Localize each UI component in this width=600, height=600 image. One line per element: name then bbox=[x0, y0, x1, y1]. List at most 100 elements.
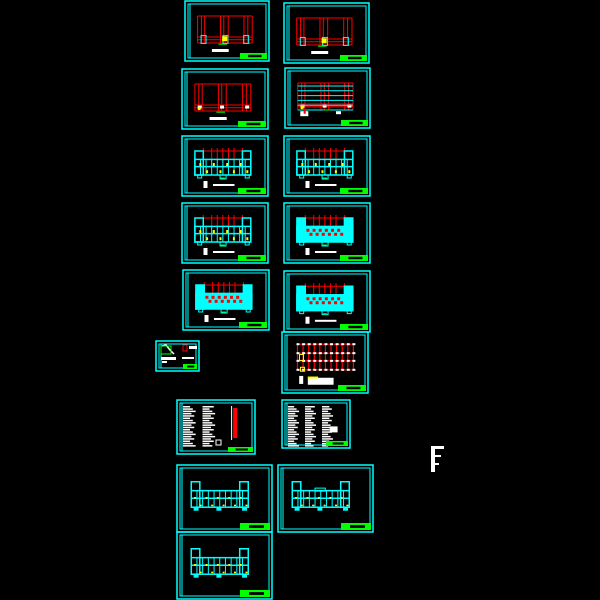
stray-block-stem bbox=[431, 446, 435, 472]
note-text-line bbox=[183, 429, 191, 431]
slab-hatch bbox=[223, 295, 227, 299]
note-text-line bbox=[305, 417, 315, 419]
column-tag bbox=[330, 359, 334, 362]
drawing-sheet[interactable] bbox=[176, 531, 273, 600]
note-text-line bbox=[305, 426, 313, 429]
note-text-line bbox=[183, 440, 191, 442]
drawing-sheet[interactable] bbox=[283, 135, 371, 197]
drawing-sheet[interactable] bbox=[181, 68, 269, 130]
column-marker bbox=[317, 497, 320, 499]
column-tag bbox=[318, 359, 322, 362]
legend-symbol bbox=[305, 316, 310, 324]
slab-hatch bbox=[312, 297, 316, 301]
column-marker bbox=[246, 170, 249, 174]
column-marker bbox=[239, 230, 242, 233]
title-block-field bbox=[349, 121, 363, 125]
note-text-line bbox=[288, 415, 298, 417]
stray-annotation-block[interactable] bbox=[431, 446, 444, 472]
column-marker bbox=[205, 497, 208, 499]
column-marker bbox=[219, 170, 222, 174]
column-tag bbox=[307, 359, 311, 362]
legend-symbol bbox=[204, 315, 209, 322]
drawing-sheet[interactable] bbox=[176, 399, 256, 455]
drawing-sheet[interactable] bbox=[181, 202, 269, 264]
note-text-line bbox=[288, 424, 296, 426]
column-marker bbox=[348, 170, 351, 174]
drawing-sheet[interactable] bbox=[182, 269, 270, 331]
column-marker bbox=[199, 163, 202, 166]
note-text-line bbox=[305, 431, 312, 433]
slab-hatch bbox=[236, 295, 240, 299]
note-text-line bbox=[305, 442, 312, 445]
drawing-title-text bbox=[212, 251, 235, 253]
drawing-sheet[interactable] bbox=[277, 464, 374, 533]
note-text-line bbox=[322, 435, 331, 438]
stair-block bbox=[216, 573, 222, 578]
column-tag bbox=[330, 352, 334, 355]
slab-hatch bbox=[306, 297, 310, 301]
column-marker bbox=[222, 504, 225, 507]
building-wing-left bbox=[190, 481, 201, 508]
column-tag bbox=[341, 368, 345, 371]
note-text-line bbox=[202, 424, 216, 426]
slab-hatch bbox=[226, 299, 230, 303]
column-tag bbox=[296, 352, 300, 355]
drawing-sheet[interactable] bbox=[283, 2, 370, 64]
detail-symbol bbox=[329, 426, 338, 433]
column-marker bbox=[216, 564, 219, 566]
legend-symbol bbox=[203, 248, 208, 255]
drawing-sheet[interactable] bbox=[181, 135, 269, 197]
title-block-field bbox=[350, 525, 365, 528]
slab-hatch bbox=[334, 232, 338, 236]
column-tag bbox=[307, 352, 311, 355]
column-tag bbox=[346, 368, 350, 371]
building-wing-left bbox=[296, 150, 307, 176]
note-text-line bbox=[202, 429, 214, 431]
detail-label bbox=[182, 357, 194, 359]
stair-block bbox=[245, 308, 251, 313]
note-text-line bbox=[322, 424, 331, 426]
column-tag bbox=[302, 343, 306, 346]
column-marker bbox=[199, 571, 202, 574]
slab-hatch bbox=[321, 232, 325, 236]
stray-block-flag bbox=[431, 463, 439, 465]
slab-hatch bbox=[239, 299, 243, 303]
column-marker bbox=[308, 170, 311, 174]
column-tag bbox=[352, 343, 356, 346]
slab-hatch bbox=[306, 228, 310, 232]
drawing-sheet[interactable] bbox=[184, 0, 270, 62]
note-text-line bbox=[183, 424, 192, 426]
note-text-line bbox=[305, 419, 312, 422]
note-text-line bbox=[288, 426, 298, 429]
drawing-sheet[interactable] bbox=[155, 340, 200, 372]
column-marker bbox=[321, 170, 324, 174]
column-marker bbox=[199, 230, 202, 233]
stair-block bbox=[198, 308, 204, 313]
drawing-sheet[interactable] bbox=[281, 399, 351, 449]
note-text-line bbox=[288, 445, 300, 447]
note-text-line bbox=[305, 422, 314, 424]
column-tag bbox=[335, 352, 339, 355]
column-marker bbox=[335, 504, 337, 507]
note-text-line bbox=[183, 410, 196, 413]
cad-model-space[interactable] bbox=[0, 0, 600, 600]
drawing-sheet[interactable] bbox=[283, 202, 371, 264]
drawing-sheet[interactable] bbox=[281, 331, 369, 394]
column-marker bbox=[246, 237, 249, 241]
drawing-sheet[interactable] bbox=[284, 67, 371, 129]
column-tag bbox=[313, 359, 317, 362]
title-block-field bbox=[246, 189, 261, 193]
note-text-line bbox=[305, 435, 317, 438]
roof-center-bay bbox=[314, 487, 326, 492]
column-marker bbox=[295, 497, 298, 499]
column-tag bbox=[318, 343, 322, 346]
title-block-field bbox=[249, 525, 264, 528]
note-text-line bbox=[322, 429, 330, 431]
column-schedule-header bbox=[307, 376, 319, 379]
note-text-line bbox=[202, 408, 210, 410]
note-text-line bbox=[183, 415, 195, 417]
drawing-sheet[interactable] bbox=[176, 464, 273, 533]
drawing-sheet[interactable] bbox=[283, 270, 371, 333]
slab-hatch bbox=[330, 297, 334, 301]
note-text-line bbox=[305, 408, 312, 410]
